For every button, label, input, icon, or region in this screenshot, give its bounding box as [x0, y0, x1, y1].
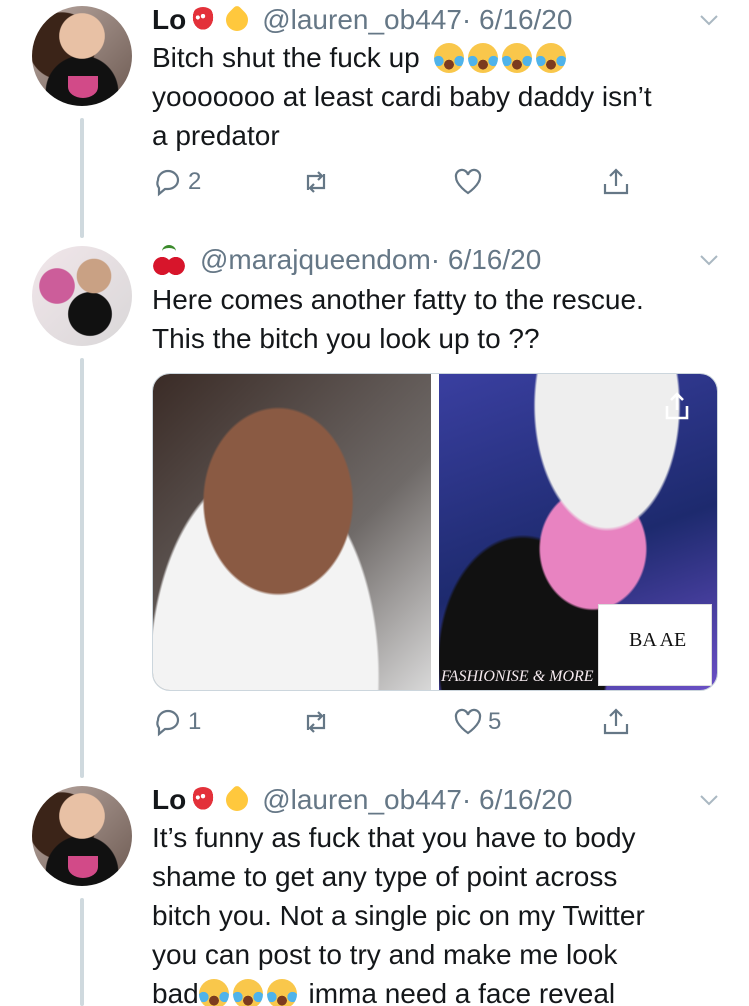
tweet-text-line: bad — [152, 978, 199, 1006]
username[interactable]: @marajqueendom — [200, 244, 431, 276]
tweet-text: Here comes another fatty to the rescue. … — [152, 280, 732, 358]
yellow-heart-emoji — [221, 4, 253, 36]
reply-icon — [156, 169, 180, 197]
tweet-media[interactable]: FASHIONISE & MORE BA AE — [152, 373, 718, 691]
retweet-icon — [306, 171, 326, 193]
tweet-text-line: you can post to try and make me look — [152, 939, 618, 970]
tweet-text: Bitch shut the fuck up yooooooo at least… — [152, 38, 732, 155]
share-icon — [603, 168, 629, 195]
media-photo[interactable] — [153, 374, 431, 690]
reply-button[interactable]: 2 — [152, 166, 201, 198]
avatar[interactable] — [32, 786, 132, 886]
cherries-emoji — [152, 245, 186, 275]
reply-button[interactable]: 1 — [152, 706, 201, 738]
retweet-button[interactable] — [300, 706, 332, 738]
share-icon[interactable] — [659, 388, 695, 424]
mushroom-emoji — [190, 787, 217, 813]
timestamp[interactable]: · 6/16/20 — [462, 4, 573, 36]
like-button[interactable]: 5 — [452, 706, 501, 738]
tweet-header: Lo @lauren_ob447 · 6/16/20 — [152, 0, 572, 40]
heart-icon — [454, 168, 482, 195]
retweet-button[interactable] — [300, 166, 332, 198]
tweet-text-line: This the bitch you look up to ?? — [152, 323, 540, 354]
tweet-text-line: Here comes another fatty to the rescue. — [152, 284, 644, 315]
tweet-actions: 2 — [152, 166, 652, 206]
tweet-text-line: Bitch shut the fuck up — [152, 42, 420, 73]
reply-icon — [156, 709, 180, 737]
media-watermark: FASHIONISE & MORE — [441, 668, 594, 685]
tweet-text-line: a predator — [152, 120, 280, 151]
tweet-text-line: shame to get any type of point across — [152, 861, 618, 892]
share-button[interactable] — [600, 706, 632, 738]
tweet-text-line: It’s funny as fuck that you have to body — [152, 822, 636, 853]
share-button[interactable] — [600, 166, 632, 198]
display-name[interactable]: Lo — [152, 4, 186, 36]
share-icon — [603, 708, 629, 735]
media-logo: BA AE — [598, 604, 712, 686]
face-with-tears-of-joy-emoji — [501, 43, 532, 73]
tweet-text-line: yooooooo at least cardi baby daddy isn’t — [152, 81, 652, 112]
tweet-header: @marajqueendom · 6/16/20 — [152, 240, 541, 280]
heart-icon — [454, 708, 482, 735]
chevron-down-icon[interactable] — [697, 248, 721, 272]
username[interactable]: @lauren_ob447 — [262, 784, 462, 816]
tweet[interactable]: Lo @lauren_ob447 · 6/16/20 Bitch shut th… — [0, 0, 749, 230]
timestamp[interactable]: · 6/16/20 — [462, 784, 573, 816]
avatar[interactable] — [32, 246, 132, 346]
tweet-text: It’s funny as fuck that you have to body… — [152, 818, 732, 1006]
logo-text: BA AE — [629, 629, 687, 651]
timestamp[interactable]: · 6/16/20 — [431, 244, 542, 276]
chevron-down-icon[interactable] — [697, 8, 721, 32]
twitter-thread: Lo @lauren_ob447 · 6/16/20 Bitch shut th… — [0, 0, 749, 1006]
chevron-down-icon[interactable] — [697, 788, 721, 812]
tweet-text-line: imma need a face reveal — [308, 978, 616, 1006]
tweet-actions: 1 5 — [152, 706, 652, 746]
retweet-icon — [306, 711, 326, 733]
yellow-heart-emoji — [221, 784, 253, 816]
username[interactable]: @lauren_ob447 — [262, 4, 462, 36]
tweet-header: Lo @lauren_ob447 · 6/16/20 — [152, 780, 572, 820]
face-with-tears-of-joy-emoji — [232, 979, 263, 1006]
face-with-tears-of-joy-emoji — [467, 43, 498, 73]
tweet-text-line: bitch you. Not a single pic on my Twitte… — [152, 900, 645, 931]
like-count: 5 — [488, 708, 502, 735]
display-name[interactable]: Lo — [152, 784, 186, 816]
reply-count: 2 — [188, 168, 202, 195]
face-with-tears-of-joy-emoji — [535, 43, 566, 73]
mushroom-emoji — [190, 7, 217, 33]
avatar[interactable] — [32, 6, 132, 106]
tweet[interactable]: Lo @lauren_ob447 · 6/16/20 It’s funny as… — [0, 780, 749, 1006]
face-with-tears-of-joy-emoji — [198, 979, 229, 1006]
face-with-tears-of-joy-emoji — [266, 979, 297, 1006]
like-button[interactable] — [452, 166, 484, 198]
face-with-tears-of-joy-emoji — [433, 43, 464, 73]
reply-count: 1 — [188, 708, 202, 735]
